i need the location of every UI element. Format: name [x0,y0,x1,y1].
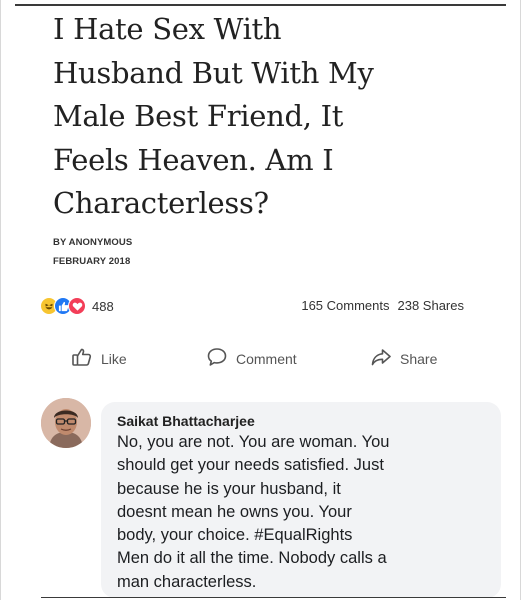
share-label: Share [400,350,438,367]
bottom-divider [41,597,506,598]
like-button[interactable]: Like [71,346,127,371]
comment-text-line: because he is your husband, it [117,479,341,498]
headline-line: Characterless? [53,186,269,220]
avatar[interactable] [41,398,91,448]
shares-count[interactable]: 238 Shares [398,298,465,313]
comment-bubble: Saikat Bhattacharjee No, you are not. Yo… [101,402,501,598]
comment-text-line: man characterless. [117,572,257,591]
comment-text-line: should get your needs satisfied. Just [117,456,384,475]
thumbs-up-icon [71,346,93,371]
commenter-name[interactable]: Saikat Bhattacharjee [117,411,489,431]
comment-text-line: No, you are not. You are woman. You [117,433,390,451]
speech-bubble-icon [206,346,228,371]
headline-line: Husband But With My [53,55,374,90]
headline-line: Feels Heaven. Am I [53,142,334,177]
article-date: FEBRUARY 2018 [53,256,131,267]
comments-count[interactable]: 165 Comments [301,298,389,313]
reactions-summary[interactable]: 488 [40,297,114,315]
article-author: BY ANONYMOUS [53,237,133,248]
headline-line: Male Best Friend, It [53,99,344,133]
article-headline[interactable]: I Hate Sex With Husband But With My Male… [53,8,493,226]
headline-line: I Hate Sex With [53,12,282,46]
comment-button[interactable]: Comment [206,346,297,371]
comment-text-line: doesnt mean he owns you. Your [117,502,352,521]
comment-text-line: Men do it all the time. Nobody calls a [117,549,387,568]
action-bar: Like Comment Share [1,346,520,378]
comment-label: Comment [236,350,297,367]
share-arrow-icon [370,346,392,371]
engagement-counts: 165 Comments 238 Shares [301,298,464,313]
post-frame: I Hate Sex With Husband But With My Male… [0,0,521,600]
like-label: Like [101,350,127,367]
love-icon [68,297,86,315]
top-divider [15,4,506,6]
reaction-count: 488 [92,298,114,314]
share-button[interactable]: Share [370,346,437,371]
comment-text-line: body, your choice. #EqualRights [117,526,353,545]
